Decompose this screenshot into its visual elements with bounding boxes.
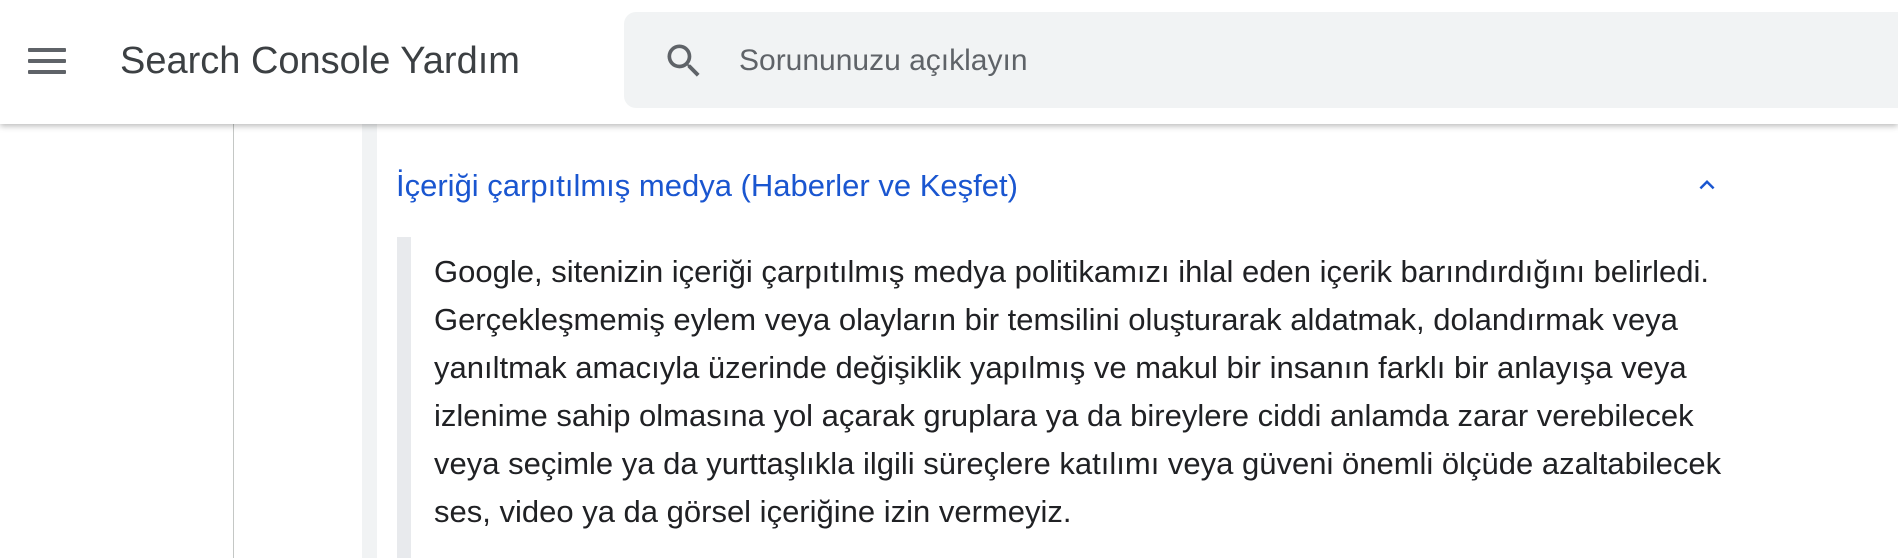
app-title[interactable]: Search Console Yardım (120, 36, 520, 86)
sidebar-divider (233, 124, 234, 558)
help-page: Search Console Yardım İçeriği çarpıtılmı… (0, 0, 1898, 558)
menu-icon[interactable] (24, 42, 70, 82)
top-app-bar: Search Console Yardım (0, 0, 1898, 124)
search-icon[interactable] (662, 39, 706, 83)
accordion-body-text: Google, sitenizin içeriği çarpıtılmış me… (434, 254, 1722, 529)
chevron-up-icon[interactable] (1692, 170, 1722, 200)
search-bar[interactable] (624, 12, 1898, 108)
search-input[interactable] (739, 36, 1839, 86)
accordion-header[interactable]: İçeriği çarpıtılmış medya (Haberler ve K… (396, 163, 1018, 209)
